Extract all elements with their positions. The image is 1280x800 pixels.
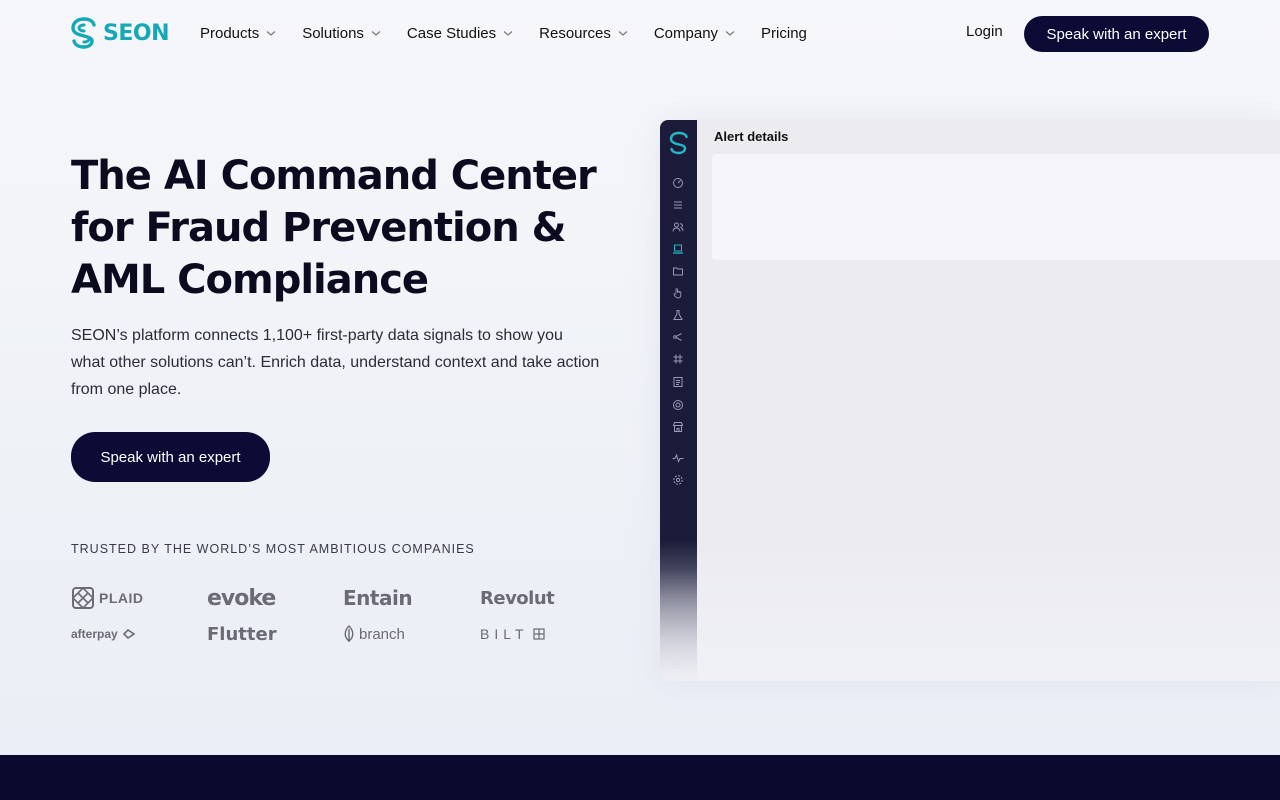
- nav-item-company[interactable]: Company: [654, 25, 735, 42]
- share-icon[interactable]: [672, 331, 684, 343]
- logo-text: SEON: [103, 21, 170, 46]
- evoke-logo: evoke: [207, 584, 343, 612]
- alert-details-title: Alert details: [714, 129, 789, 144]
- nav-item-resources[interactable]: Resources: [539, 25, 628, 42]
- dashboard-icon[interactable]: [672, 177, 684, 189]
- site-header: SEON Products Solutions Case Studies Res…: [0, 0, 1280, 66]
- nav-item-label: Solutions: [302, 24, 364, 42]
- seon-logo-mark-icon: [669, 131, 688, 155]
- store-icon[interactable]: [672, 421, 684, 433]
- plaid-logo: PLAID: [71, 584, 207, 612]
- chevron-down-icon: [266, 31, 276, 36]
- nav-item-solutions[interactable]: Solutions: [302, 25, 381, 42]
- afterpay-logo: afterpay: [71, 620, 207, 648]
- entain-logo-text: Entain: [343, 586, 413, 610]
- seon-logo[interactable]: SEON: [71, 17, 170, 50]
- flask-icon[interactable]: [672, 309, 684, 321]
- leaf-icon: [344, 625, 354, 642]
- customer-logos: PLAID evoke Entain Revolut afterpay Flut…: [71, 584, 555, 648]
- bilt-mark-icon: [532, 628, 545, 640]
- hero-speak-with-expert-button[interactable]: Speak with an expert: [71, 432, 270, 482]
- plaid-mark-icon: [71, 586, 95, 610]
- login-link[interactable]: Login: [966, 23, 1003, 40]
- chevron-down-icon: [371, 31, 381, 36]
- nav-item-label: Resources: [539, 24, 611, 42]
- evoke-logo-text: evoke: [207, 585, 276, 611]
- product-preview: Alert details: [660, 120, 1280, 681]
- nav-item-label: Products: [200, 24, 260, 42]
- afterpay-logo-text: afterpay: [71, 627, 118, 641]
- settings-icon[interactable]: [672, 474, 684, 486]
- target-icon[interactable]: [672, 399, 684, 411]
- users-icon[interactable]: [672, 221, 684, 233]
- branch-logo: branch: [343, 620, 480, 648]
- hero-title: The AI Command Center for Fraud Preventi…: [71, 153, 597, 303]
- flutter-logo-text: Flutter: [207, 623, 277, 645]
- branch-logo-text: branch: [359, 625, 405, 643]
- activity-icon[interactable]: [672, 452, 684, 464]
- monitor-icon[interactable]: [672, 243, 684, 255]
- hand-icon[interactable]: [672, 287, 684, 299]
- nav-item-products[interactable]: Products: [200, 25, 276, 42]
- entain-logo: Entain: [343, 584, 480, 612]
- hero-description: SEON’s platform connects 1,100+ first-pa…: [71, 327, 600, 398]
- chevron-down-icon: [503, 31, 513, 36]
- plaid-logo-text: PLAID: [99, 590, 144, 606]
- trusted-heading: TRUSTED BY THE WORLD’S MOST AMBITIOUS CO…: [71, 542, 475, 556]
- list-icon[interactable]: [672, 199, 684, 211]
- main-nav: Products Solutions Case Studies Resource…: [200, 22, 807, 44]
- seon-logo-mark-icon: [71, 17, 96, 49]
- bilt-logo: BILT: [480, 620, 560, 648]
- bilt-logo-text: BILT: [480, 626, 529, 642]
- nav-item-pricing[interactable]: Pricing: [761, 25, 807, 42]
- revolut-logo-text: Revolut: [480, 587, 555, 609]
- nav-item-label: Pricing: [761, 24, 807, 42]
- alert-details-card: [712, 154, 1280, 260]
- hash-icon[interactable]: [672, 353, 684, 365]
- document-icon[interactable]: [672, 376, 684, 388]
- nav-item-label: Case Studies: [406, 24, 497, 42]
- header-speak-with-expert-button[interactable]: Speak with an expert: [1024, 16, 1209, 52]
- nav-item-case-studies[interactable]: Case Studies: [407, 25, 513, 42]
- flutter-logo: Flutter: [207, 620, 343, 648]
- footer-band: [0, 755, 1280, 800]
- chevron-down-icon: [725, 31, 735, 36]
- revolut-logo: Revolut: [480, 584, 560, 612]
- chevron-down-icon: [618, 31, 628, 36]
- nav-item-label: Company: [653, 24, 719, 42]
- afterpay-mark-icon: [122, 628, 136, 640]
- preview-fade-overlay: [660, 540, 1280, 681]
- folder-icon[interactable]: [672, 265, 684, 277]
